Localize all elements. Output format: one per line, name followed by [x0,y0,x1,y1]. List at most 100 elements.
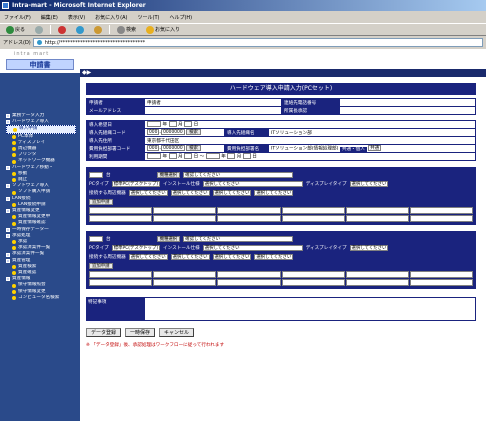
org-code-prefix[interactable]: 000 [147,129,160,136]
stop-button[interactable] [55,24,69,36]
org-search-button[interactable]: 検索 [186,129,201,136]
period-end-year[interactable] [205,153,220,160]
grid-cell[interactable] [217,215,281,222]
model-field[interactable]: 確認してください [183,235,294,242]
grid-cell[interactable] [345,207,409,214]
dest-input[interactable]: 東京都千代田区 [144,136,476,145]
periph-select[interactable]: 選択してください [170,189,210,196]
home-icon [94,25,103,34]
period-start-month[interactable] [168,153,177,160]
phone-field[interactable] [339,98,476,107]
add-request-button[interactable]: 追加申請 [89,198,113,205]
note-label: 特記事項 [86,297,144,321]
cost-search-button[interactable]: 検索 [186,145,201,152]
periph-select[interactable]: 選択してください [212,189,252,196]
grid-cell[interactable] [89,271,153,278]
approver-field[interactable] [339,106,476,115]
grid-cell[interactable] [89,215,153,222]
grid-cell[interactable] [409,215,473,222]
bullet-icon [12,221,16,226]
model-select-button[interactable]: 機種選択 [156,171,181,178]
cost-code-input[interactable]: 0000000 [161,145,185,152]
model-field[interactable]: 確認してください [183,171,294,178]
periph-select[interactable]: 選択してください [254,189,294,196]
grid-cell[interactable] [345,279,409,286]
period-start-day[interactable] [184,153,193,160]
install-select[interactable]: 選択してください [202,180,303,187]
period-end-day[interactable] [242,153,251,160]
menu-edit[interactable]: 編集(E) [41,14,58,21]
grid-cell[interactable] [409,207,473,214]
main-form: ハードウェア導入申請入力(PCセット) 申請者 申請者 連絡先電話番号 メールア… [86,83,482,421]
grid-cell[interactable] [281,215,345,222]
periph-select[interactable]: 選択してください [170,253,210,260]
submit-button[interactable]: データ登録 [86,328,122,337]
grid-cell[interactable] [409,279,473,286]
folder-icon [6,114,10,119]
grid-cell[interactable] [217,271,281,278]
grid-cell[interactable] [345,215,409,222]
menu-view[interactable]: 表示(V) [68,14,85,21]
search-icon [117,25,126,34]
wish-month-input[interactable] [168,121,177,128]
period-start-year[interactable] [147,153,161,160]
grid-cell[interactable] [153,215,217,222]
mail-field[interactable] [144,106,282,115]
display-select[interactable]: 選択してください [349,180,389,187]
menu-tools[interactable]: ツール(T) [138,14,160,21]
cancel-button[interactable]: キャンセル [159,328,195,337]
favorites-button[interactable]: お気に入り [143,24,183,36]
folder-icon [6,196,10,201]
grid-cell[interactable] [217,279,281,286]
sidebar-item-label: ハードウェア導入 [12,119,49,125]
pc-type-select[interactable]: 標準PC(デスクトップ) [111,244,161,251]
search-button[interactable]: 検索 [114,24,139,36]
note-textarea[interactable] [144,297,476,321]
sidebar-item[interactable]: 導入申請 [6,125,76,134]
grid-cell[interactable] [281,207,345,214]
periph-select[interactable]: 選択してください [128,253,168,260]
grid-cell[interactable] [89,207,153,214]
folder-icon [6,165,10,170]
sidebar-item[interactable]: コンピュータ名検索 [6,295,76,301]
grid-cell[interactable] [281,279,345,286]
refresh-button[interactable] [73,24,87,36]
wish-year-input[interactable] [147,121,161,128]
grid-cell[interactable] [217,207,281,214]
address-input[interactable]: http://*********************************… [32,38,483,47]
back-button[interactable]: 戻る [3,24,28,36]
home-button[interactable] [91,24,105,36]
pc-type-select[interactable]: 標準PC(デスクトップ) [111,180,161,187]
grid-cell[interactable] [89,279,153,286]
grid-cell[interactable] [153,207,217,214]
pc-count-input[interactable] [89,235,103,242]
period-end-month[interactable] [227,153,236,160]
period-cell: 年 月 日 〜 年 月 日 [144,152,476,161]
pc-count-input[interactable] [89,171,103,178]
window-titlebar: Intra-mart - Microsoft Internet Explorer [0,0,486,11]
periph-select[interactable]: 選択してください [254,253,294,260]
install-select[interactable]: 選択してください [202,244,303,251]
model-select-button[interactable]: 機種選択 [156,235,181,242]
cost-code-prefix[interactable]: 000 [147,145,160,152]
display-select[interactable]: 選択してください [349,244,389,251]
grid-cell[interactable] [153,279,217,286]
folder-icon [6,209,10,214]
tab-application[interactable]: 申請書 [6,59,74,70]
forward-button[interactable] [32,24,46,36]
save-draft-button[interactable]: 一時保存 [125,328,156,337]
periph-select[interactable]: 選択してください [128,189,168,196]
grid-cell[interactable] [409,271,473,278]
share-select[interactable]: 共通 [368,145,382,152]
add-request-button[interactable]: 追加申請 [89,262,113,269]
grid-cell[interactable] [345,271,409,278]
org-code-input[interactable]: 0000000 [161,129,185,136]
grid-cell[interactable] [153,271,217,278]
grid-cell[interactable] [281,271,345,278]
wish-day-input[interactable] [184,121,193,128]
menu-favorites[interactable]: お気に入り(A) [95,14,127,21]
menu-file[interactable]: ファイル(F) [4,14,31,21]
menu-help[interactable]: ヘルプ(H) [169,14,192,21]
bullet-icon [12,171,16,176]
periph-select[interactable]: 選択してください [212,253,252,260]
